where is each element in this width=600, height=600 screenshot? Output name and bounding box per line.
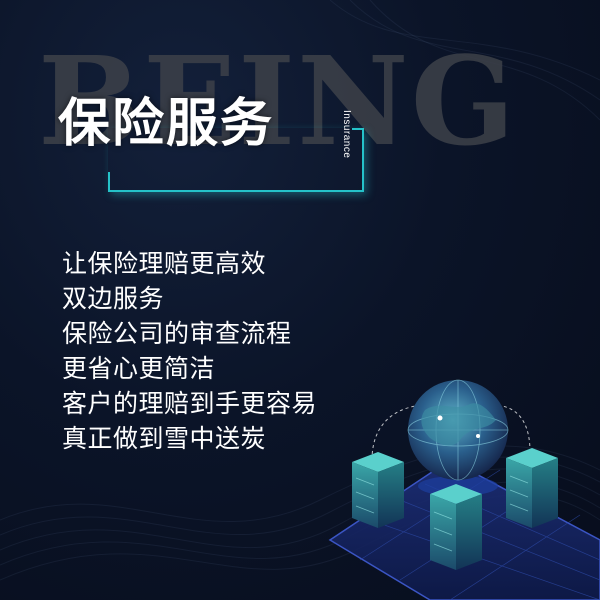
feature-list: 让保险理赔更高效 双边服务 保险公司的审查流程 更省心更简洁 客户的理赔到手更容…	[62, 246, 317, 456]
server-right-icon	[506, 448, 558, 528]
feature-line: 保险公司的审查流程	[62, 319, 292, 348]
feature-line: 更省心更简洁	[62, 354, 216, 383]
feature-line: 客户的理赔到手更容易	[62, 389, 318, 418]
feature-line: 双边服务	[62, 284, 165, 313]
feature-line: 让保险理赔更高效	[62, 249, 267, 278]
server-left-icon	[352, 452, 404, 528]
feature-line: 真正做到雪中送炭	[62, 424, 267, 453]
page-subtitle: Insurance	[341, 110, 352, 159]
page-title: 保险服务	[58, 94, 275, 154]
server-middle-icon	[430, 484, 482, 570]
